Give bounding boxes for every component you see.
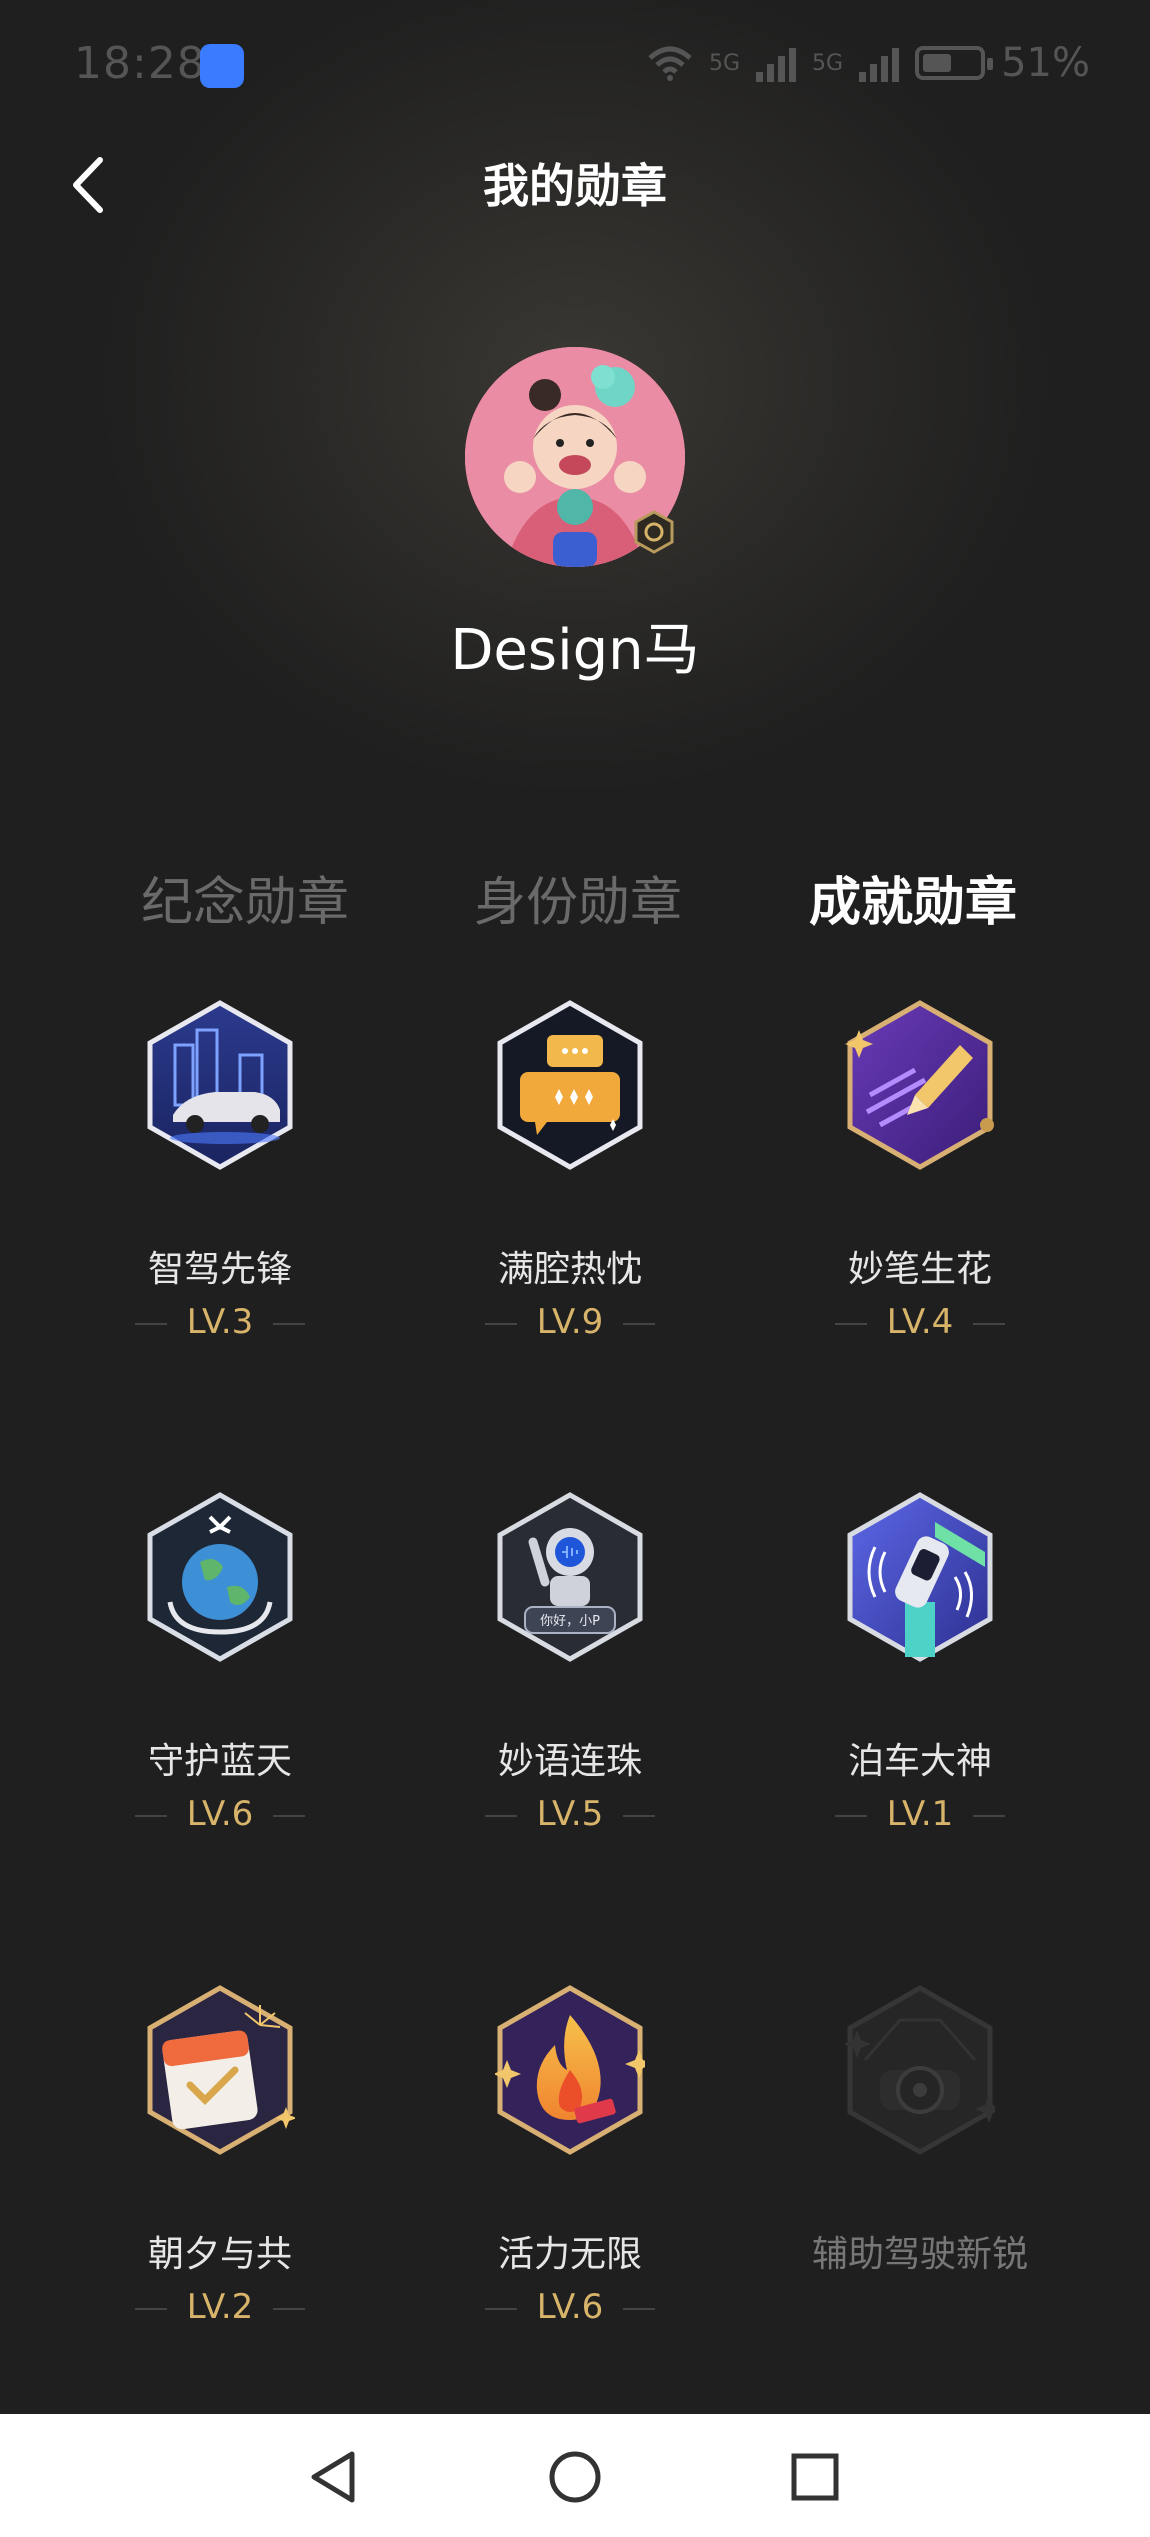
badge-level: LV.9 bbox=[420, 1302, 720, 1342]
chat-bubbles-icon bbox=[497, 1000, 643, 1170]
signal-icon-1 bbox=[756, 44, 797, 82]
system-nav-bar bbox=[0, 2414, 1150, 2537]
badge-item[interactable]: 朝夕与共 LV.2 bbox=[70, 1985, 370, 2335]
badge-name: 妙笔生花 bbox=[847, 1249, 992, 1290]
badge-item-locked[interactable]: 辅助驾驶新锐 bbox=[770, 1985, 1070, 2335]
badge-item[interactable]: 泊车大神 LV.1 bbox=[770, 1492, 1070, 1842]
badge-name: 守护蓝天 bbox=[147, 1741, 292, 1782]
battery-icon bbox=[915, 46, 994, 80]
nav-recents-icon[interactable] bbox=[780, 2442, 850, 2512]
tab-identity[interactable]: 身份勋章 bbox=[448, 860, 708, 935]
wifi-icon bbox=[648, 46, 692, 81]
badge-item[interactable]: 活力无限 LV.6 bbox=[420, 1985, 720, 2335]
nav-back-icon[interactable] bbox=[300, 2442, 370, 2512]
badge-level: LV.1 bbox=[770, 1794, 1070, 1834]
badge-tabs: 纪念勋章 身份勋章 成就勋章 bbox=[0, 860, 1150, 933]
status-bar: 18:28 5G 5G 51% bbox=[0, 28, 1150, 102]
car-city-icon bbox=[147, 1000, 293, 1170]
app-market-icon bbox=[200, 44, 244, 88]
badge-item[interactable]: 妙笔生花 LV.4 bbox=[770, 1000, 1070, 1350]
astronaut-greeting-text: 你好，小P bbox=[540, 1614, 600, 1629]
badge-level: LV.6 bbox=[70, 1794, 370, 1834]
badge-item[interactable]: 满腔热忱 LV.9 bbox=[420, 1000, 720, 1350]
pencil-icon bbox=[845, 1000, 994, 1170]
tab-achievement[interactable]: 成就勋章 bbox=[783, 860, 1043, 935]
nav-home-icon[interactable] bbox=[540, 2442, 610, 2512]
badge-level: LV.6 bbox=[420, 2287, 720, 2327]
flame-icon bbox=[495, 1985, 645, 2155]
badge-level: LV.3 bbox=[70, 1302, 370, 1342]
status-time: 18:28 bbox=[74, 38, 206, 89]
signal-icon-2 bbox=[859, 44, 900, 82]
parking-car-icon bbox=[847, 1492, 993, 1662]
badge-name: 满腔热忱 bbox=[497, 1249, 642, 1290]
astronaut-icon: 你好，小P bbox=[497, 1492, 643, 1662]
badge-name: 妙语连珠 bbox=[497, 1741, 642, 1782]
badge-level: LV.5 bbox=[420, 1794, 720, 1834]
badge-level: LV.2 bbox=[70, 2287, 370, 2327]
calendar-check-icon bbox=[147, 1985, 295, 2155]
badge-item[interactable]: 你好，小P 妙语连珠 LV.5 bbox=[420, 1492, 720, 1842]
badge-name: 朝夕与共 bbox=[147, 2234, 292, 2275]
verified-badge-icon bbox=[634, 510, 674, 554]
battery-percent: 51% bbox=[1001, 40, 1090, 86]
badge-level: LV.4 bbox=[770, 1302, 1070, 1342]
network-label-2: 5G bbox=[812, 50, 844, 76]
earth-hands-icon bbox=[147, 1492, 293, 1662]
badge-name: 辅助驾驶新锐 bbox=[811, 2234, 1028, 2275]
badge-name: 智驾先锋 bbox=[147, 1249, 292, 1290]
badge-item[interactable]: 守护蓝天 LV.6 bbox=[70, 1492, 370, 1842]
username: Design马 bbox=[450, 618, 700, 683]
tab-commemorative[interactable]: 纪念勋章 bbox=[115, 860, 375, 935]
badge-name: 泊车大神 bbox=[847, 1741, 992, 1782]
status-indicators: 5G 5G 51% bbox=[647, 40, 1090, 86]
badge-name: 活力无限 bbox=[497, 2234, 642, 2275]
badge-item[interactable]: 智驾先锋 LV.3 bbox=[70, 1000, 370, 1350]
page-title: 我的勋章 bbox=[483, 159, 667, 213]
network-label-1: 5G bbox=[709, 50, 741, 76]
steering-wheel-icon bbox=[845, 1985, 995, 2155]
app-screen: 18:28 5G 5G 51% 我的勋章 Design马 纪念勋章 身份勋章 成… bbox=[0, 0, 1150, 2414]
